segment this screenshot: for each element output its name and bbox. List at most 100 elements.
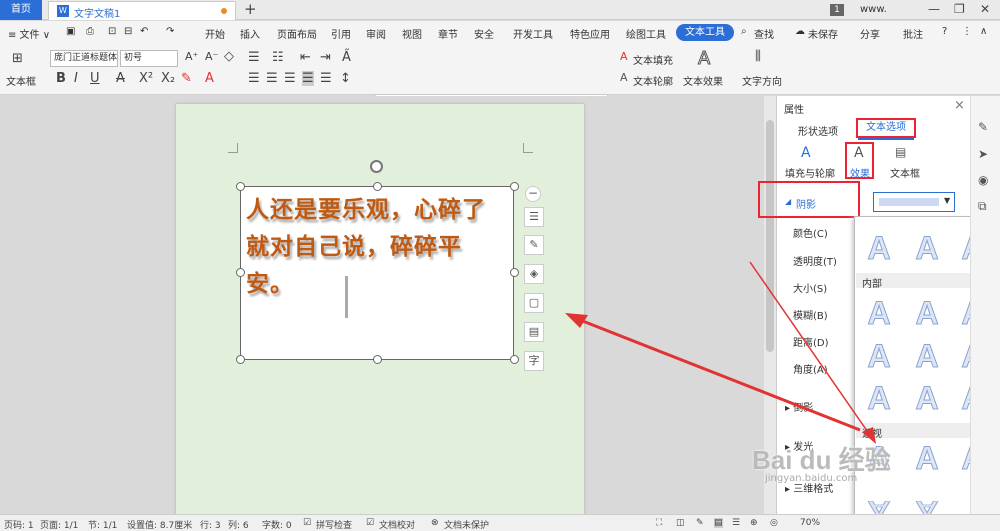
- increase-indent-icon[interactable]: ⇥: [320, 50, 331, 65]
- preview-icon[interactable]: ⊡: [108, 26, 116, 37]
- outline-icon[interactable]: ▢: [524, 293, 544, 313]
- shrink-font-icon[interactable]: A⁻: [205, 50, 218, 63]
- menu-security[interactable]: 安全: [474, 26, 494, 41]
- more-icon[interactable]: ⋮: [962, 26, 972, 37]
- select-cursor-icon[interactable]: ➤: [978, 147, 988, 161]
- menu-view[interactable]: 视图: [402, 26, 422, 41]
- decrease-indent-icon[interactable]: ⇤: [300, 50, 311, 65]
- grow-font-icon[interactable]: A⁺: [185, 50, 198, 63]
- layout-icon[interactable]: ☰: [524, 207, 544, 227]
- search-icon[interactable]: ⌕: [741, 26, 747, 37]
- rotate-handle[interactable]: [370, 160, 383, 173]
- menu-review[interactable]: 审阅: [366, 26, 386, 41]
- wrap-text-icon[interactable]: ▤: [524, 322, 544, 342]
- document-tab[interactable]: W 文字文稿1: [48, 1, 236, 20]
- proofread-button[interactable]: 文档校对: [379, 518, 415, 531]
- shadow-preset-inner[interactable]: A: [861, 295, 897, 332]
- number-list-icon[interactable]: ☷: [272, 50, 284, 65]
- align-center-icon[interactable]: ☰: [266, 71, 278, 86]
- font-name-select[interactable]: 庞门正道标题体: [50, 50, 118, 67]
- resize-handle[interactable]: [236, 355, 245, 364]
- distribute-icon[interactable]: ☰: [320, 71, 332, 86]
- textbox-options-icon[interactable]: ▤: [895, 145, 906, 159]
- shadow-preset-inner[interactable]: A: [861, 380, 897, 417]
- align-right-icon[interactable]: ☰: [284, 71, 296, 86]
- undo-icon[interactable]: ↶: [140, 26, 148, 37]
- fill-bucket-icon[interactable]: ◈: [524, 264, 544, 284]
- effect-icon[interactable]: A: [854, 145, 864, 161]
- minimize-button[interactable]: —: [928, 2, 940, 16]
- reading-mode-icon[interactable]: ◫: [676, 518, 685, 528]
- font-color-icon[interactable]: A: [205, 71, 214, 86]
- location-icon[interactable]: ◉: [978, 173, 988, 187]
- shadow-preset-perspective[interactable]: A: [909, 440, 945, 477]
- align-left-icon[interactable]: ☰: [248, 71, 260, 86]
- shadow-preset-inner[interactable]: A: [909, 295, 945, 332]
- textbox-icon[interactable]: ⊞: [12, 51, 23, 66]
- clear-format-icon[interactable]: ◇: [224, 49, 234, 64]
- home-tab[interactable]: 首页: [0, 0, 42, 20]
- export-icon[interactable]: ⊟: [124, 26, 132, 37]
- resize-handle[interactable]: [510, 355, 519, 364]
- web-view-icon[interactable]: ⊕: [750, 518, 758, 528]
- outline-view-icon[interactable]: ☰: [732, 518, 740, 528]
- collapse-float-toolbar-button[interactable]: −: [525, 186, 541, 202]
- scrollbar-thumb[interactable]: [766, 120, 774, 352]
- shadow-preset-outer[interactable]: A: [909, 230, 945, 267]
- tab-text-options[interactable]: 文本选项: [856, 118, 916, 138]
- shapes-icon[interactable]: ⧉: [978, 199, 987, 214]
- text-effect-icon[interactable]: A: [697, 48, 710, 70]
- tab-shape-options[interactable]: 形状选项: [798, 123, 838, 138]
- help-button[interactable]: ?: [942, 26, 947, 37]
- textbox-button[interactable]: 文本框: [6, 73, 36, 88]
- menu-features[interactable]: 特色应用: [570, 26, 610, 41]
- page-view-icon[interactable]: ▤: [714, 518, 723, 528]
- shadow-preset-inner[interactable]: A: [909, 380, 945, 417]
- user-account[interactable]: www.: [860, 4, 887, 15]
- annotate-button[interactable]: 批注: [903, 26, 923, 41]
- menu-page-layout[interactable]: 页面布局: [277, 26, 317, 41]
- resize-handle[interactable]: [510, 268, 519, 277]
- print-icon[interactable]: ⎙: [86, 26, 94, 37]
- char-format-button[interactable]: 字: [524, 351, 544, 371]
- resize-handle[interactable]: [373, 355, 382, 364]
- text-effect-button[interactable]: 文本效果: [683, 73, 723, 88]
- edit-icon[interactable]: ✎: [696, 518, 704, 528]
- sub-tab-effect[interactable]: 效果: [850, 165, 870, 180]
- reflection-section[interactable]: ▸ 倒影: [785, 399, 813, 414]
- sub-tab-textbox[interactable]: 文本框: [890, 165, 920, 180]
- shadow-section[interactable]: 阴影: [796, 196, 816, 211]
- text-outline-button[interactable]: 文本轮廓: [633, 73, 673, 88]
- shadow-preset-outer[interactable]: A: [861, 230, 897, 267]
- pane-close-button[interactable]: ×: [954, 98, 965, 113]
- collapse-ribbon-icon[interactable]: ∧: [980, 26, 987, 37]
- text-fill-icon[interactable]: A: [620, 50, 628, 63]
- share-button[interactable]: 分享: [860, 26, 880, 41]
- bold-icon[interactable]: B: [56, 71, 66, 86]
- fill-outline-icon[interactable]: A: [801, 145, 811, 161]
- strikethrough-icon[interactable]: A: [116, 71, 125, 86]
- highlight-icon[interactable]: ✎: [181, 71, 192, 86]
- maximize-button[interactable]: ❐: [954, 2, 965, 16]
- menu-chapter[interactable]: 章节: [438, 26, 458, 41]
- unsaved-status[interactable]: 未保存: [808, 26, 838, 41]
- resize-handle[interactable]: [373, 182, 382, 191]
- menu-text-tools[interactable]: 文本工具: [676, 24, 734, 41]
- pen-icon[interactable]: ✎: [524, 235, 544, 255]
- superscript-icon[interactable]: X²: [139, 71, 153, 86]
- text-direction-icon[interactable]: ⫼: [755, 49, 761, 64]
- line-spacing-icon[interactable]: ↕: [340, 71, 351, 86]
- resize-handle[interactable]: [236, 182, 245, 191]
- bullet-list-icon[interactable]: ☰: [248, 50, 260, 65]
- menu-references[interactable]: 引用: [331, 26, 351, 41]
- resize-handle[interactable]: [510, 182, 519, 191]
- menu-drawing-tools[interactable]: 绘图工具: [626, 26, 666, 41]
- zoom-level[interactable]: 70%: [800, 518, 820, 528]
- body-text[interactable]: 人还是要乐观，心碎了就对自己说，碎碎平安。: [246, 192, 508, 303]
- menu-start[interactable]: 开始: [205, 26, 225, 41]
- search-button[interactable]: 查找: [754, 26, 774, 41]
- text-outline-icon[interactable]: A: [620, 71, 628, 84]
- resize-handle[interactable]: [236, 268, 245, 277]
- subscript-icon[interactable]: X₂: [161, 71, 175, 86]
- protect-status[interactable]: 文档未保护: [444, 518, 489, 531]
